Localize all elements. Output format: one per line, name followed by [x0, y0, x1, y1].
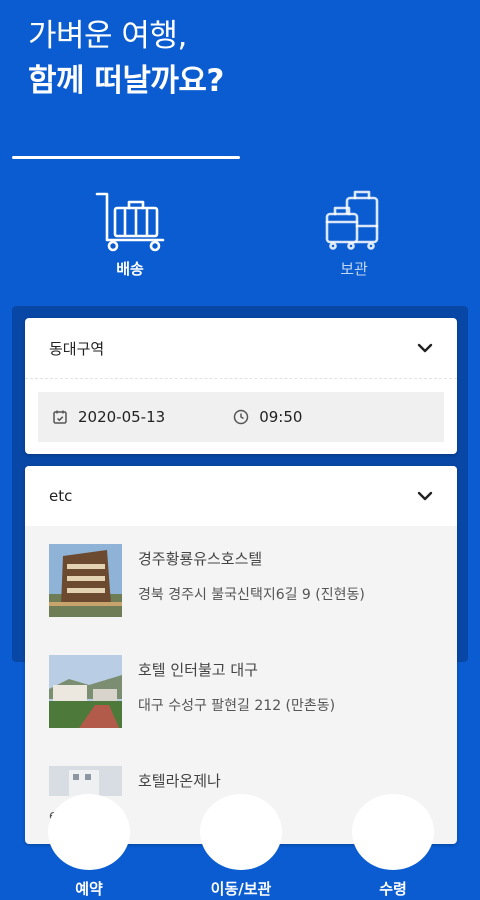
time-value: 09:50 — [259, 408, 303, 426]
location-select-value: 동대구역 — [49, 339, 105, 358]
tab-label: 수령 — [379, 880, 407, 898]
tab-receive[interactable]: 수령 — [338, 794, 448, 900]
hero-line-1: 가벼운 여행, — [28, 18, 187, 54]
destination-select-value: etc — [49, 487, 73, 505]
tab-move-storage[interactable]: 이동/보관 — [186, 794, 296, 900]
destination-address: 경북 경주시 불국신택지6길 9 (진현동) — [138, 587, 365, 603]
datetime-row: 2020-05-13 09:50 — [38, 392, 444, 442]
tab-icon-circle — [48, 794, 130, 870]
destination-name: 호텔 인터불고 대구 — [138, 661, 258, 679]
destination-address: 대구 수성구 팔현길 212 (만촌동) — [138, 698, 336, 714]
mode-storage-button[interactable]: 보관 — [294, 188, 414, 279]
bottom-tab-bar: 예약 이동/보관 수령 — [0, 794, 480, 900]
hotel-photo — [49, 544, 122, 617]
destination-card: etc 경주황룡유스호스텔 경북 경주시 불국신택지6길 9 (진현동) 호텔 … — [25, 466, 457, 844]
luggage-storage-icon — [325, 190, 379, 250]
destination-name: 경주황룡유스호스텔 — [138, 550, 263, 568]
chevron-down-icon — [417, 491, 433, 501]
time-picker[interactable]: 09:50 — [233, 408, 302, 426]
list-item[interactable]: 경주황룡유스호스텔 경북 경주시 불국신택지6길 9 (진현동) — [49, 544, 449, 620]
hero-heading: 가벼운 여행, 함께 떠날까요? — [28, 14, 224, 104]
destination-select[interactable]: etc — [25, 466, 457, 526]
mode-delivery-label: 배송 — [116, 260, 144, 278]
card-divider — [25, 378, 457, 379]
clock-icon — [233, 409, 249, 425]
tab-reservation[interactable]: 예약 — [34, 794, 144, 900]
hotel-photo — [49, 766, 122, 796]
tab-label: 예약 — [75, 880, 103, 898]
hero-line-2: 함께 떠날까요? — [28, 63, 224, 99]
date-picker[interactable]: 2020-05-13 — [52, 408, 165, 426]
tab-icon-circle — [352, 794, 434, 870]
mode-storage-label: 보관 — [340, 260, 368, 278]
destination-name: 호텔라온제나 — [138, 772, 221, 790]
list-item[interactable]: 호텔 인터불고 대구 대구 수성구 팔현길 212 (만촌동) — [49, 655, 449, 731]
date-value: 2020-05-13 — [78, 408, 166, 426]
hero-divider — [12, 156, 240, 159]
luggage-cart-icon — [95, 192, 165, 252]
calendar-icon — [53, 410, 67, 424]
tab-icon-circle — [200, 794, 282, 870]
hotel-photo — [49, 655, 122, 728]
mode-delivery-button[interactable]: 배송 — [70, 188, 190, 279]
pickup-card: 동대구역 2020-05-13 09:50 — [25, 318, 457, 454]
chevron-down-icon — [417, 343, 433, 353]
location-select[interactable]: 동대구역 — [25, 318, 457, 378]
tab-label: 이동/보관 — [210, 880, 272, 898]
